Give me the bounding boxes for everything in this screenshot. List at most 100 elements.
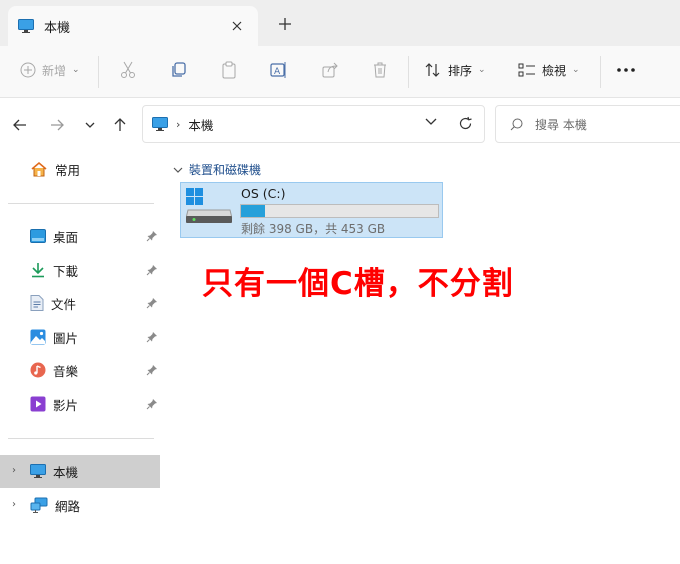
sidebar-item-label: 常用 xyxy=(55,162,81,178)
back-button[interactable] xyxy=(8,113,32,137)
sidebar-item-music[interactable]: 音樂 xyxy=(30,358,78,382)
toolbar-divider xyxy=(98,56,99,88)
sidebar-item-pictures[interactable]: 圖片 xyxy=(30,325,78,349)
view-button-label: 檢視 xyxy=(542,63,567,78)
scissors-icon xyxy=(119,61,137,79)
monitor-icon xyxy=(30,464,46,478)
sort-button-label: 排序 xyxy=(448,63,473,78)
clipboard-icon xyxy=(220,61,238,79)
add-icon xyxy=(20,62,36,78)
tab-label: 本機 xyxy=(44,20,71,36)
sidebar-item-label: 下載 xyxy=(53,263,79,279)
drive-usage-fill xyxy=(241,205,265,217)
more-button[interactable] xyxy=(616,56,636,84)
sidebar-divider xyxy=(8,203,154,204)
tab-this-pc[interactable]: 本機 xyxy=(8,6,258,46)
sidebar-item-label: 音樂 xyxy=(53,363,79,379)
rename-button[interactable]: A xyxy=(270,56,288,84)
chevron-down-icon: ⌄ xyxy=(72,65,80,75)
up-button[interactable] xyxy=(108,113,132,137)
annotation-text: 只有一個C槽，不分割 xyxy=(202,266,514,302)
home-icon xyxy=(30,161,48,177)
search-placeholder: 搜尋 本機 xyxy=(535,117,587,132)
download-icon xyxy=(30,262,46,278)
more-icon xyxy=(616,67,636,73)
sidebar-item-network[interactable]: 網路 xyxy=(30,493,80,517)
sort-button[interactable]: 排序 ⌄ xyxy=(424,56,486,84)
pin-icon[interactable] xyxy=(146,297,158,309)
desktop-icon xyxy=(30,229,46,243)
arrow-right-icon xyxy=(50,118,64,132)
sidebar-item-downloads[interactable]: 下載 xyxy=(30,258,78,282)
sidebar-item-label: 本機 xyxy=(53,464,79,480)
sidebar-item-label: 圖片 xyxy=(53,330,79,346)
close-icon[interactable] xyxy=(226,15,248,37)
chevron-right-icon[interactable]: › xyxy=(176,118,180,131)
cut-button[interactable] xyxy=(119,56,137,84)
view-icon xyxy=(518,61,536,79)
new-button[interactable]: 新增 ⌄ xyxy=(20,56,80,84)
toolbar-divider xyxy=(408,56,409,88)
chevron-right-icon[interactable]: › xyxy=(12,465,16,476)
group-title: 裝置和磁碟機 xyxy=(189,163,262,177)
sidebar-item-label: 文件 xyxy=(51,296,77,312)
pin-icon[interactable] xyxy=(146,364,158,376)
drive-name: OS (C:) xyxy=(241,186,286,201)
drive-space-info: 剩餘 398 GB，共 453 GB xyxy=(241,222,386,236)
search-box[interactable]: 搜尋 本機 xyxy=(495,105,680,143)
hard-drive-icon xyxy=(186,188,232,224)
forward-button[interactable] xyxy=(45,113,69,137)
chevron-down-icon xyxy=(173,167,183,173)
trash-icon xyxy=(371,61,389,79)
monitor-icon xyxy=(18,19,34,33)
navigation-pane xyxy=(0,150,162,564)
breadcrumb-this-pc[interactable]: 本機 xyxy=(188,115,213,134)
pin-icon[interactable] xyxy=(146,398,158,410)
address-bar[interactable]: › 本機 xyxy=(142,105,485,143)
chevron-down-icon: ⌄ xyxy=(478,65,486,75)
pin-icon[interactable] xyxy=(146,331,158,343)
copy-icon xyxy=(170,61,188,79)
share-button[interactable] xyxy=(321,56,339,84)
share-icon xyxy=(321,61,339,79)
video-icon xyxy=(30,396,46,412)
sidebar-item-label: 網路 xyxy=(55,498,81,514)
sidebar-item-videos[interactable]: 影片 xyxy=(30,392,78,416)
sidebar-divider xyxy=(8,438,154,439)
recent-button[interactable] xyxy=(78,113,102,137)
sidebar-item-home[interactable]: 常用 xyxy=(30,157,80,181)
pictures-icon xyxy=(30,329,46,345)
rename-icon: A xyxy=(270,61,288,79)
group-header[interactable]: 裝置和磁碟機 xyxy=(173,161,261,178)
network-icon xyxy=(30,497,48,513)
search-icon xyxy=(510,118,523,131)
pin-icon[interactable] xyxy=(146,264,158,276)
sidebar-item-desktop[interactable]: 桌面 xyxy=(30,224,78,248)
toolbar-divider xyxy=(600,56,601,88)
copy-button[interactable] xyxy=(170,56,188,84)
chevron-down-icon xyxy=(85,122,95,128)
new-button-label: 新增 xyxy=(42,63,67,78)
document-icon xyxy=(30,295,44,311)
drive-usage-bar xyxy=(240,204,439,218)
refresh-icon[interactable] xyxy=(458,116,473,131)
music-icon xyxy=(30,362,46,378)
delete-button[interactable] xyxy=(371,56,389,84)
sort-icon xyxy=(424,61,442,79)
sidebar-item-documents[interactable]: 文件 xyxy=(30,291,76,315)
chevron-right-icon[interactable]: › xyxy=(12,499,16,510)
monitor-icon xyxy=(152,117,168,131)
pin-icon[interactable] xyxy=(146,230,158,242)
chevron-down-icon[interactable] xyxy=(425,118,437,126)
sidebar-item-label: 影片 xyxy=(53,397,79,413)
arrow-left-icon xyxy=(13,118,27,132)
svg-text:A: A xyxy=(274,67,281,77)
view-button[interactable]: 檢視 ⌄ xyxy=(518,56,580,84)
paste-button[interactable] xyxy=(220,56,238,84)
sidebar-item-this-pc[interactable]: 本機 xyxy=(30,459,78,483)
chevron-down-icon: ⌄ xyxy=(572,65,580,75)
sidebar-item-label: 桌面 xyxy=(53,229,79,245)
arrow-up-icon xyxy=(113,118,127,132)
plus-icon[interactable] xyxy=(274,13,296,35)
sidebar-selection-highlight xyxy=(0,455,160,488)
